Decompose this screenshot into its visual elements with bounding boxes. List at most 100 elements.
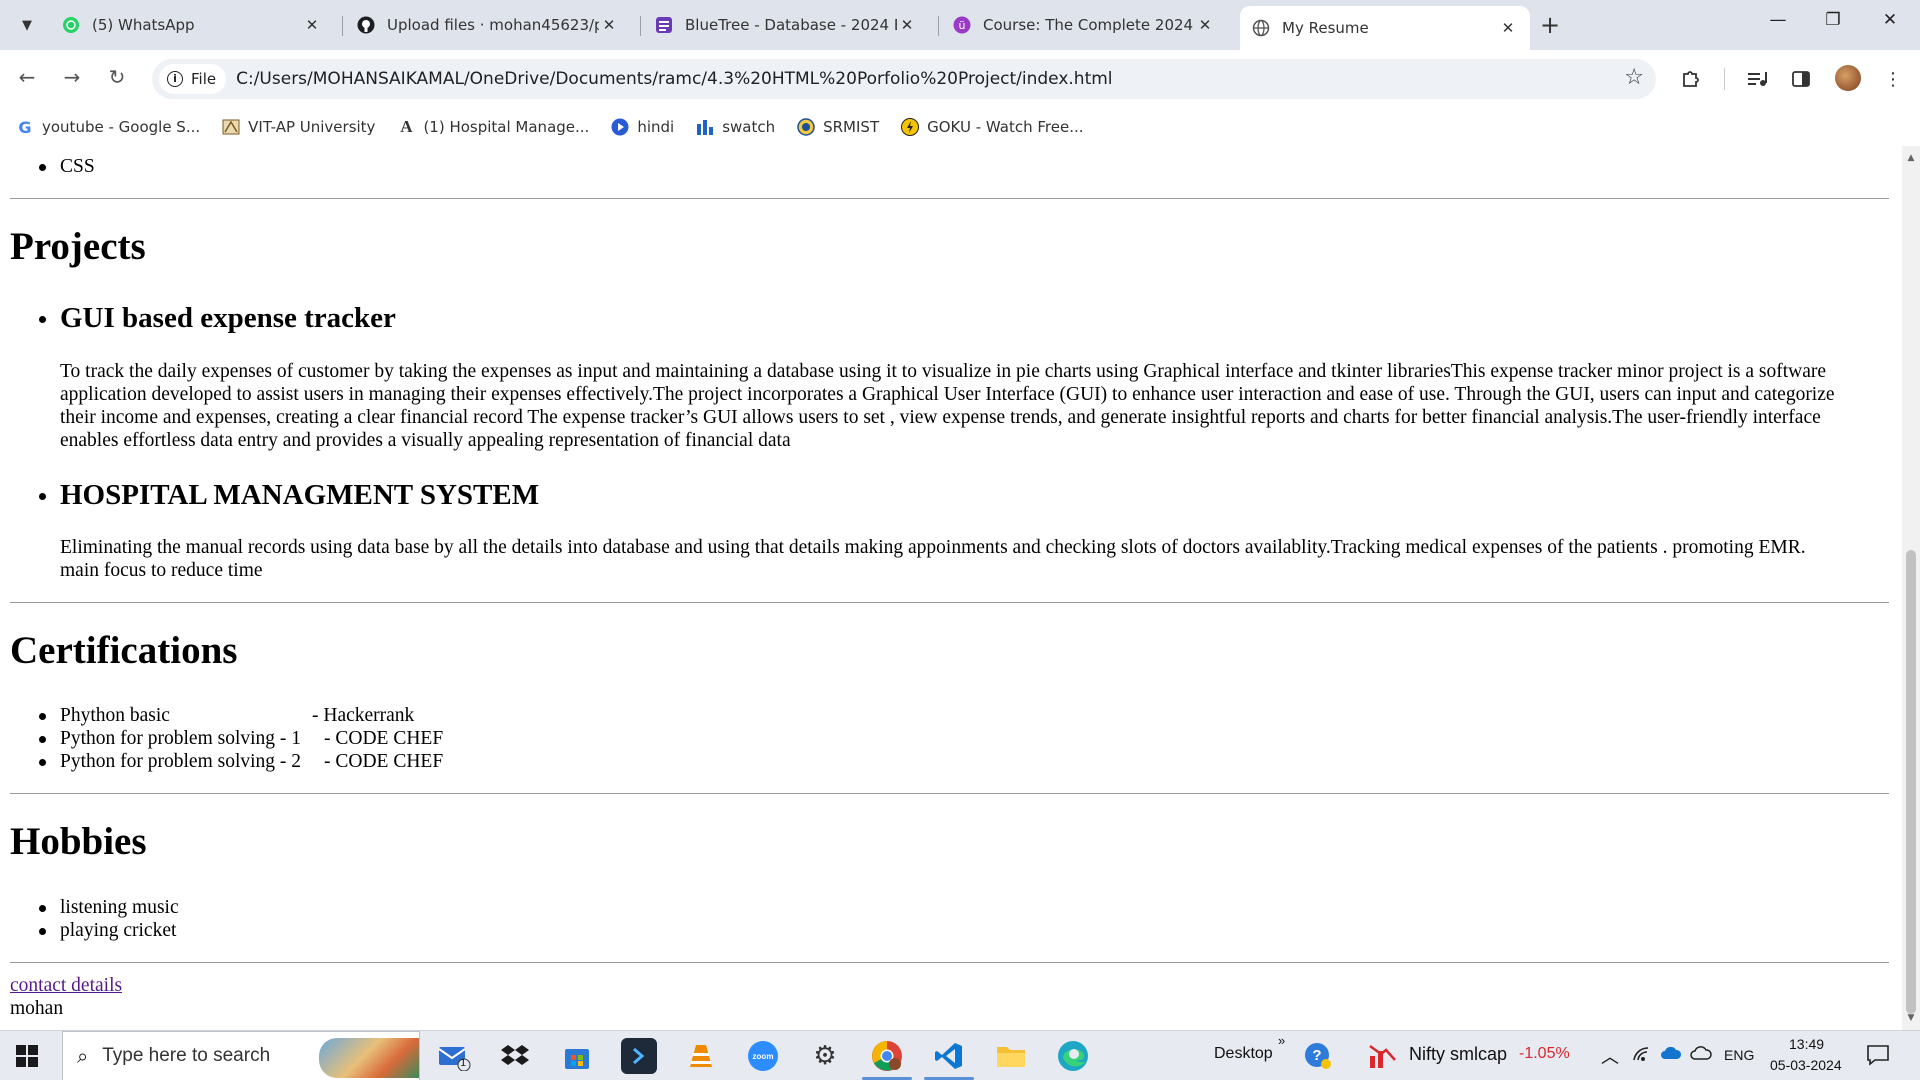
certification-name: Phython basic	[60, 705, 170, 726]
reload-icon[interactable]: ↻	[102, 65, 132, 89]
globe-icon	[1252, 19, 1270, 37]
wifi-icon[interactable]	[1632, 1045, 1650, 1067]
minimize-icon[interactable]: —	[1763, 10, 1793, 30]
bookmark-goku[interactable]: GOKU - Watch Free...	[901, 118, 1084, 136]
profile-avatar[interactable]	[1835, 65, 1861, 91]
bookmark-star-icon[interactable]: ☆	[1624, 65, 1644, 90]
bullet	[39, 316, 46, 323]
clock-date[interactable]: 05-03-2024	[1770, 1057, 1842, 1073]
bookmark-hindi[interactable]: hindi	[611, 118, 674, 136]
udemy-icon: ü	[953, 16, 971, 34]
hobby-item: playing cricket	[60, 920, 177, 941]
help-icon[interactable]: ?	[1300, 1038, 1336, 1074]
stock-chart-icon[interactable]	[1364, 1038, 1400, 1074]
restore-icon[interactable]: ❐	[1818, 10, 1848, 30]
url-text[interactable]: C:/Users/MOHANSAIKAMAL/OneDrive/Document…	[236, 69, 1112, 89]
side-panel-icon[interactable]	[1788, 66, 1814, 92]
svg-text:ü: ü	[959, 19, 966, 32]
bookmark-label: VIT-AP University	[248, 118, 376, 136]
tab-strip: ▼ (5) WhatsApp ✕ Upload files · mohan456…	[0, 0, 1920, 50]
github-icon	[357, 16, 375, 34]
hobby-item: listening music	[60, 897, 179, 918]
bullet	[39, 493, 46, 500]
close-icon[interactable]: ✕	[302, 16, 322, 34]
forward-arrow-icon[interactable]: →	[57, 65, 87, 89]
tab-course[interactable]: ü Course: The Complete 2024 We ✕	[941, 6, 1227, 44]
taskbar-search-box[interactable]: ⌕ Type here to search	[62, 1031, 420, 1080]
scroll-down-arrow-icon[interactable]: ▼	[1902, 1010, 1920, 1026]
close-icon[interactable]: ✕	[599, 16, 619, 34]
close-icon[interactable]: ✕	[1498, 19, 1518, 37]
address-bar[interactable]: i File C:/Users/MOHANSAIKAMAL/OneDrive/D…	[152, 59, 1656, 99]
more-menu-icon[interactable]: ⋮	[1880, 66, 1906, 92]
scrollbar-thumb[interactable]	[1906, 550, 1916, 1014]
microsoft-store-icon[interactable]	[559, 1038, 595, 1074]
mail-badge-count: 1	[460, 1058, 467, 1069]
description-line: Eliminating the manual records using dat…	[60, 537, 1806, 558]
tab-title: (5) WhatsApp	[92, 16, 195, 34]
language-indicator[interactable]: ENG	[1724, 1047, 1754, 1063]
svg-text:zoom: zoom	[753, 1052, 774, 1061]
chart-icon	[696, 118, 714, 136]
settings-gear-icon[interactable]: ⚙	[807, 1038, 843, 1074]
project-description: Eliminating the manual records using dat…	[60, 536, 1890, 582]
search-placeholder: Type here to search	[102, 1045, 271, 1066]
hobbies-heading: Hobbies	[10, 820, 147, 863]
onedrive-cloud-icon[interactable]	[1660, 1045, 1682, 1066]
zoom-icon[interactable]: zoom	[745, 1038, 781, 1074]
project-description: To track the daily expenses of customer …	[60, 360, 1890, 452]
scheme-label: File	[191, 70, 217, 88]
desktop-toolbar-label[interactable]: Desktop	[1214, 1045, 1273, 1063]
vlc-icon[interactable]	[683, 1038, 719, 1074]
notification-center-icon[interactable]	[1866, 1044, 1890, 1071]
bookmark-vit-ap[interactable]: VIT-AP University	[222, 118, 375, 136]
bullet	[39, 713, 46, 720]
bullet	[39, 905, 46, 912]
font-a-icon: A	[400, 117, 413, 136]
tab-my-resume[interactable]: My Resume ✕	[1240, 6, 1530, 50]
mail-app-icon[interactable]: 1	[436, 1038, 472, 1074]
bullet	[39, 736, 46, 743]
cloud-outline-icon[interactable]	[1690, 1045, 1712, 1066]
tab-bluetree[interactable]: BlueTree - Database - 2024 Bat ✕	[643, 6, 929, 44]
tray-expand-chevron-icon[interactable]: ︿	[1601, 1043, 1619, 1069]
dropbox-icon[interactable]	[497, 1038, 533, 1074]
new-tab-plus-icon[interactable]: +	[1540, 12, 1560, 38]
edge-icon[interactable]	[1055, 1038, 1091, 1074]
bookmark-srmist[interactable]: SRMIST	[797, 118, 879, 136]
play-icon	[611, 118, 629, 136]
bookmark-swatch[interactable]: swatch	[696, 118, 775, 136]
clock-time[interactable]: 13:49	[1789, 1036, 1824, 1052]
certification-name: Python for problem solving - 1	[60, 728, 302, 749]
media-controls-icon[interactable]	[1744, 66, 1770, 92]
stock-name[interactable]: Nifty smlcap	[1409, 1044, 1507, 1065]
search-highlight-illustration	[319, 1038, 419, 1078]
powershell-app-icon[interactable]	[621, 1038, 657, 1074]
page-scrollbar[interactable]: ▲ ▼	[1902, 146, 1920, 1030]
bookmark-youtube-google[interactable]: G youtube - Google S...	[16, 118, 200, 137]
vscode-icon[interactable]	[931, 1038, 967, 1074]
toolbar-overflow-chevron[interactable]: »	[1278, 1033, 1285, 1048]
srm-icon	[797, 118, 815, 136]
site-info-chip[interactable]: i File	[159, 64, 227, 94]
tab-github[interactable]: Upload files · mohan45623/por ✕	[345, 6, 631, 44]
contact-details-link[interactable]: contact details	[10, 974, 122, 997]
browser-toolbar: ← → ↻ i File C:/Users/MOHANSAIKAMAL/OneD…	[0, 50, 1920, 108]
close-icon[interactable]: ✕	[897, 16, 917, 34]
tab-whatsapp[interactable]: (5) WhatsApp ✕	[50, 6, 334, 44]
tab-search-chevron-icon[interactable]: ▼	[12, 10, 42, 40]
close-icon[interactable]: ✕	[1195, 16, 1215, 34]
whatsapp-icon	[62, 16, 80, 34]
extensions-puzzle-icon[interactable]	[1678, 66, 1704, 92]
section-divider	[10, 198, 1889, 199]
back-arrow-icon[interactable]: ←	[12, 65, 42, 89]
tab-separator	[938, 16, 939, 36]
bookmark-hospital[interactable]: A (1) Hospital Manage...	[397, 117, 589, 136]
file-explorer-icon[interactable]	[993, 1038, 1029, 1074]
windows-start-icon[interactable]	[16, 1045, 38, 1067]
chrome-icon[interactable]	[869, 1038, 905, 1074]
window-close-icon[interactable]: ✕	[1875, 10, 1905, 30]
certification-name: Python for problem solving - 2	[60, 751, 302, 772]
bullet	[39, 164, 46, 171]
scroll-up-arrow-icon[interactable]: ▲	[1902, 150, 1920, 166]
